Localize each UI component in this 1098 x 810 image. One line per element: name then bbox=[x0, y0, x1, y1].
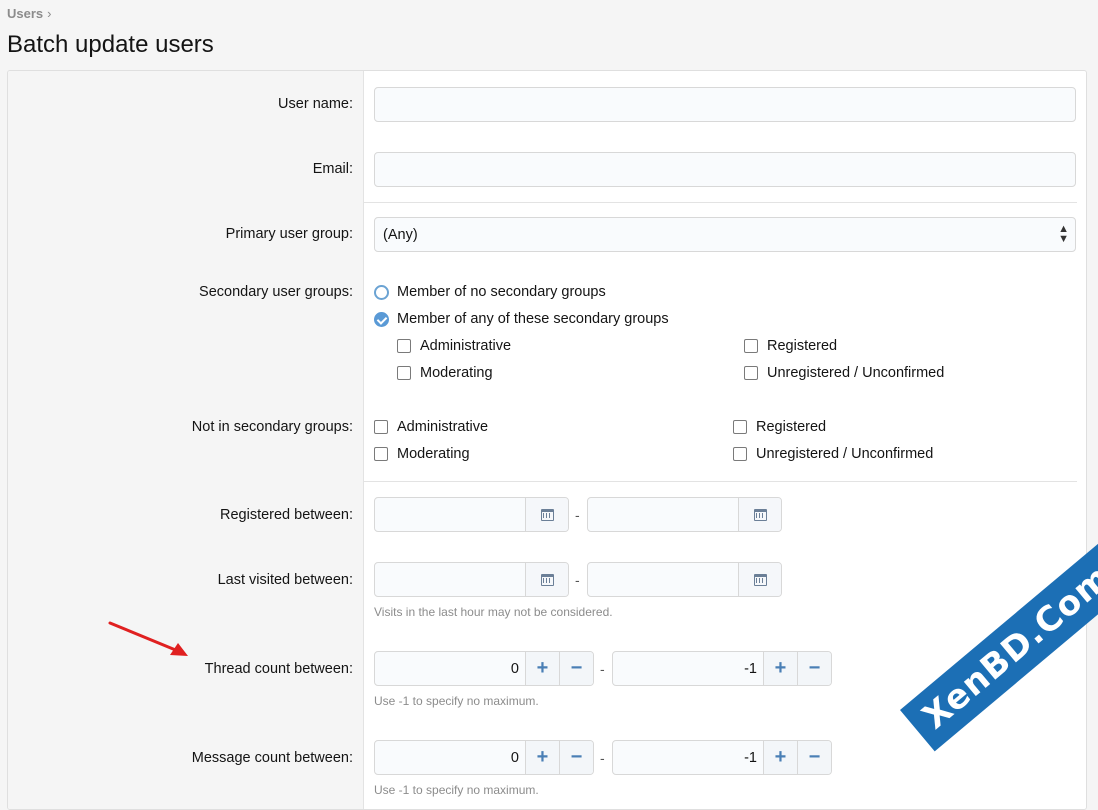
last-visited-end-date[interactable] bbox=[587, 562, 782, 597]
date-input[interactable] bbox=[588, 498, 738, 531]
range-dash: - bbox=[575, 507, 580, 523]
calendar-icon bbox=[753, 573, 767, 586]
primary-group-value: (Any) bbox=[383, 227, 418, 243]
minus-icon[interactable]: − bbox=[797, 741, 831, 774]
checkbox-icon bbox=[397, 366, 411, 380]
radio-no-secondary[interactable]: Member of no secondary groups bbox=[374, 284, 606, 300]
checkbox-icon bbox=[744, 339, 758, 353]
annotation-arrow-icon bbox=[108, 621, 188, 656]
thread-count-label: Thread count between: bbox=[204, 661, 353, 677]
label-column bbox=[8, 71, 364, 809]
message-count-min[interactable]: 0 + − bbox=[374, 740, 594, 775]
checkbox-sec-unregistered[interactable]: Unregistered / Unconfirmed bbox=[744, 365, 944, 381]
checkbox-icon bbox=[733, 420, 747, 434]
breadcrumb: Users › bbox=[7, 6, 51, 21]
checkbox-not-administrative[interactable]: Administrative bbox=[374, 419, 488, 435]
date-picker-button[interactable] bbox=[738, 498, 781, 531]
message-count-hint: Use -1 to specify no maximum. bbox=[374, 783, 539, 797]
range-dash: - bbox=[600, 661, 605, 677]
plus-icon[interactable]: + bbox=[763, 741, 797, 774]
calendar-icon bbox=[753, 508, 767, 521]
plus-icon[interactable]: + bbox=[525, 652, 559, 685]
date-picker-button[interactable] bbox=[738, 563, 781, 596]
number-input[interactable]: 0 bbox=[375, 652, 525, 685]
message-count-label: Message count between: bbox=[191, 750, 353, 766]
plus-icon[interactable]: + bbox=[525, 741, 559, 774]
email-input[interactable] bbox=[374, 152, 1076, 187]
number-input[interactable]: -1 bbox=[613, 652, 763, 685]
breadcrumb-users-link[interactable]: Users bbox=[7, 6, 43, 21]
registered-between-label: Registered between: bbox=[220, 507, 353, 523]
date-picker-button[interactable] bbox=[525, 563, 568, 596]
page-title: Batch update users bbox=[7, 31, 214, 58]
select-arrows-icon: ▲ ▼ bbox=[1058, 223, 1069, 245]
radio-checked-icon bbox=[374, 311, 389, 327]
minus-icon[interactable]: − bbox=[797, 652, 831, 685]
minus-icon[interactable]: − bbox=[559, 741, 593, 774]
primary-group-select[interactable]: (Any) ▲ ▼ bbox=[374, 217, 1076, 252]
checkbox-icon bbox=[744, 366, 758, 380]
primary-group-label: Primary user group: bbox=[225, 226, 353, 242]
user-name-input[interactable] bbox=[374, 87, 1076, 122]
thread-count-min[interactable]: 0 + − bbox=[374, 651, 594, 686]
range-dash: - bbox=[600, 750, 605, 766]
registered-start-date[interactable] bbox=[374, 497, 569, 532]
radio-icon bbox=[374, 284, 389, 300]
last-visited-label: Last visited between: bbox=[217, 572, 353, 588]
radio-any-secondary[interactable]: Member of any of these secondary groups bbox=[374, 311, 669, 327]
calendar-icon bbox=[540, 573, 554, 586]
checkbox-not-registered[interactable]: Registered bbox=[733, 419, 826, 435]
last-visited-hint: Visits in the last hour may not be consi… bbox=[374, 605, 613, 619]
range-dash: - bbox=[575, 572, 580, 588]
registered-end-date[interactable] bbox=[587, 497, 782, 532]
checkbox-not-unregistered[interactable]: Unregistered / Unconfirmed bbox=[733, 446, 933, 462]
message-count-max[interactable]: -1 + − bbox=[612, 740, 832, 775]
number-input[interactable]: -1 bbox=[613, 741, 763, 774]
minus-icon[interactable]: − bbox=[559, 652, 593, 685]
checkbox-icon bbox=[397, 339, 411, 353]
checkbox-icon bbox=[733, 447, 747, 461]
divider bbox=[364, 481, 1077, 482]
last-visited-start-date[interactable] bbox=[374, 562, 569, 597]
date-input[interactable] bbox=[375, 563, 525, 596]
number-input[interactable]: 0 bbox=[375, 741, 525, 774]
checkbox-sec-moderating[interactable]: Moderating bbox=[397, 365, 493, 381]
thread-count-max[interactable]: -1 + − bbox=[612, 651, 832, 686]
date-input[interactable] bbox=[588, 563, 738, 596]
checkbox-not-moderating[interactable]: Moderating bbox=[374, 446, 470, 462]
secondary-groups-label: Secondary user groups: bbox=[199, 284, 353, 300]
divider bbox=[364, 202, 1077, 203]
checkbox-sec-administrative[interactable]: Administrative bbox=[397, 338, 511, 354]
checkbox-sec-registered[interactable]: Registered bbox=[744, 338, 837, 354]
date-input[interactable] bbox=[375, 498, 525, 531]
chevron-right-icon: › bbox=[47, 6, 52, 21]
user-name-label: User name: bbox=[278, 96, 353, 112]
calendar-icon bbox=[540, 508, 554, 521]
thread-count-hint: Use -1 to specify no maximum. bbox=[374, 694, 539, 708]
checkbox-icon bbox=[374, 447, 388, 461]
date-picker-button[interactable] bbox=[525, 498, 568, 531]
not-secondary-label: Not in secondary groups: bbox=[191, 419, 353, 435]
email-label: Email: bbox=[312, 161, 353, 177]
plus-icon[interactable]: + bbox=[763, 652, 797, 685]
checkbox-icon bbox=[374, 420, 388, 434]
